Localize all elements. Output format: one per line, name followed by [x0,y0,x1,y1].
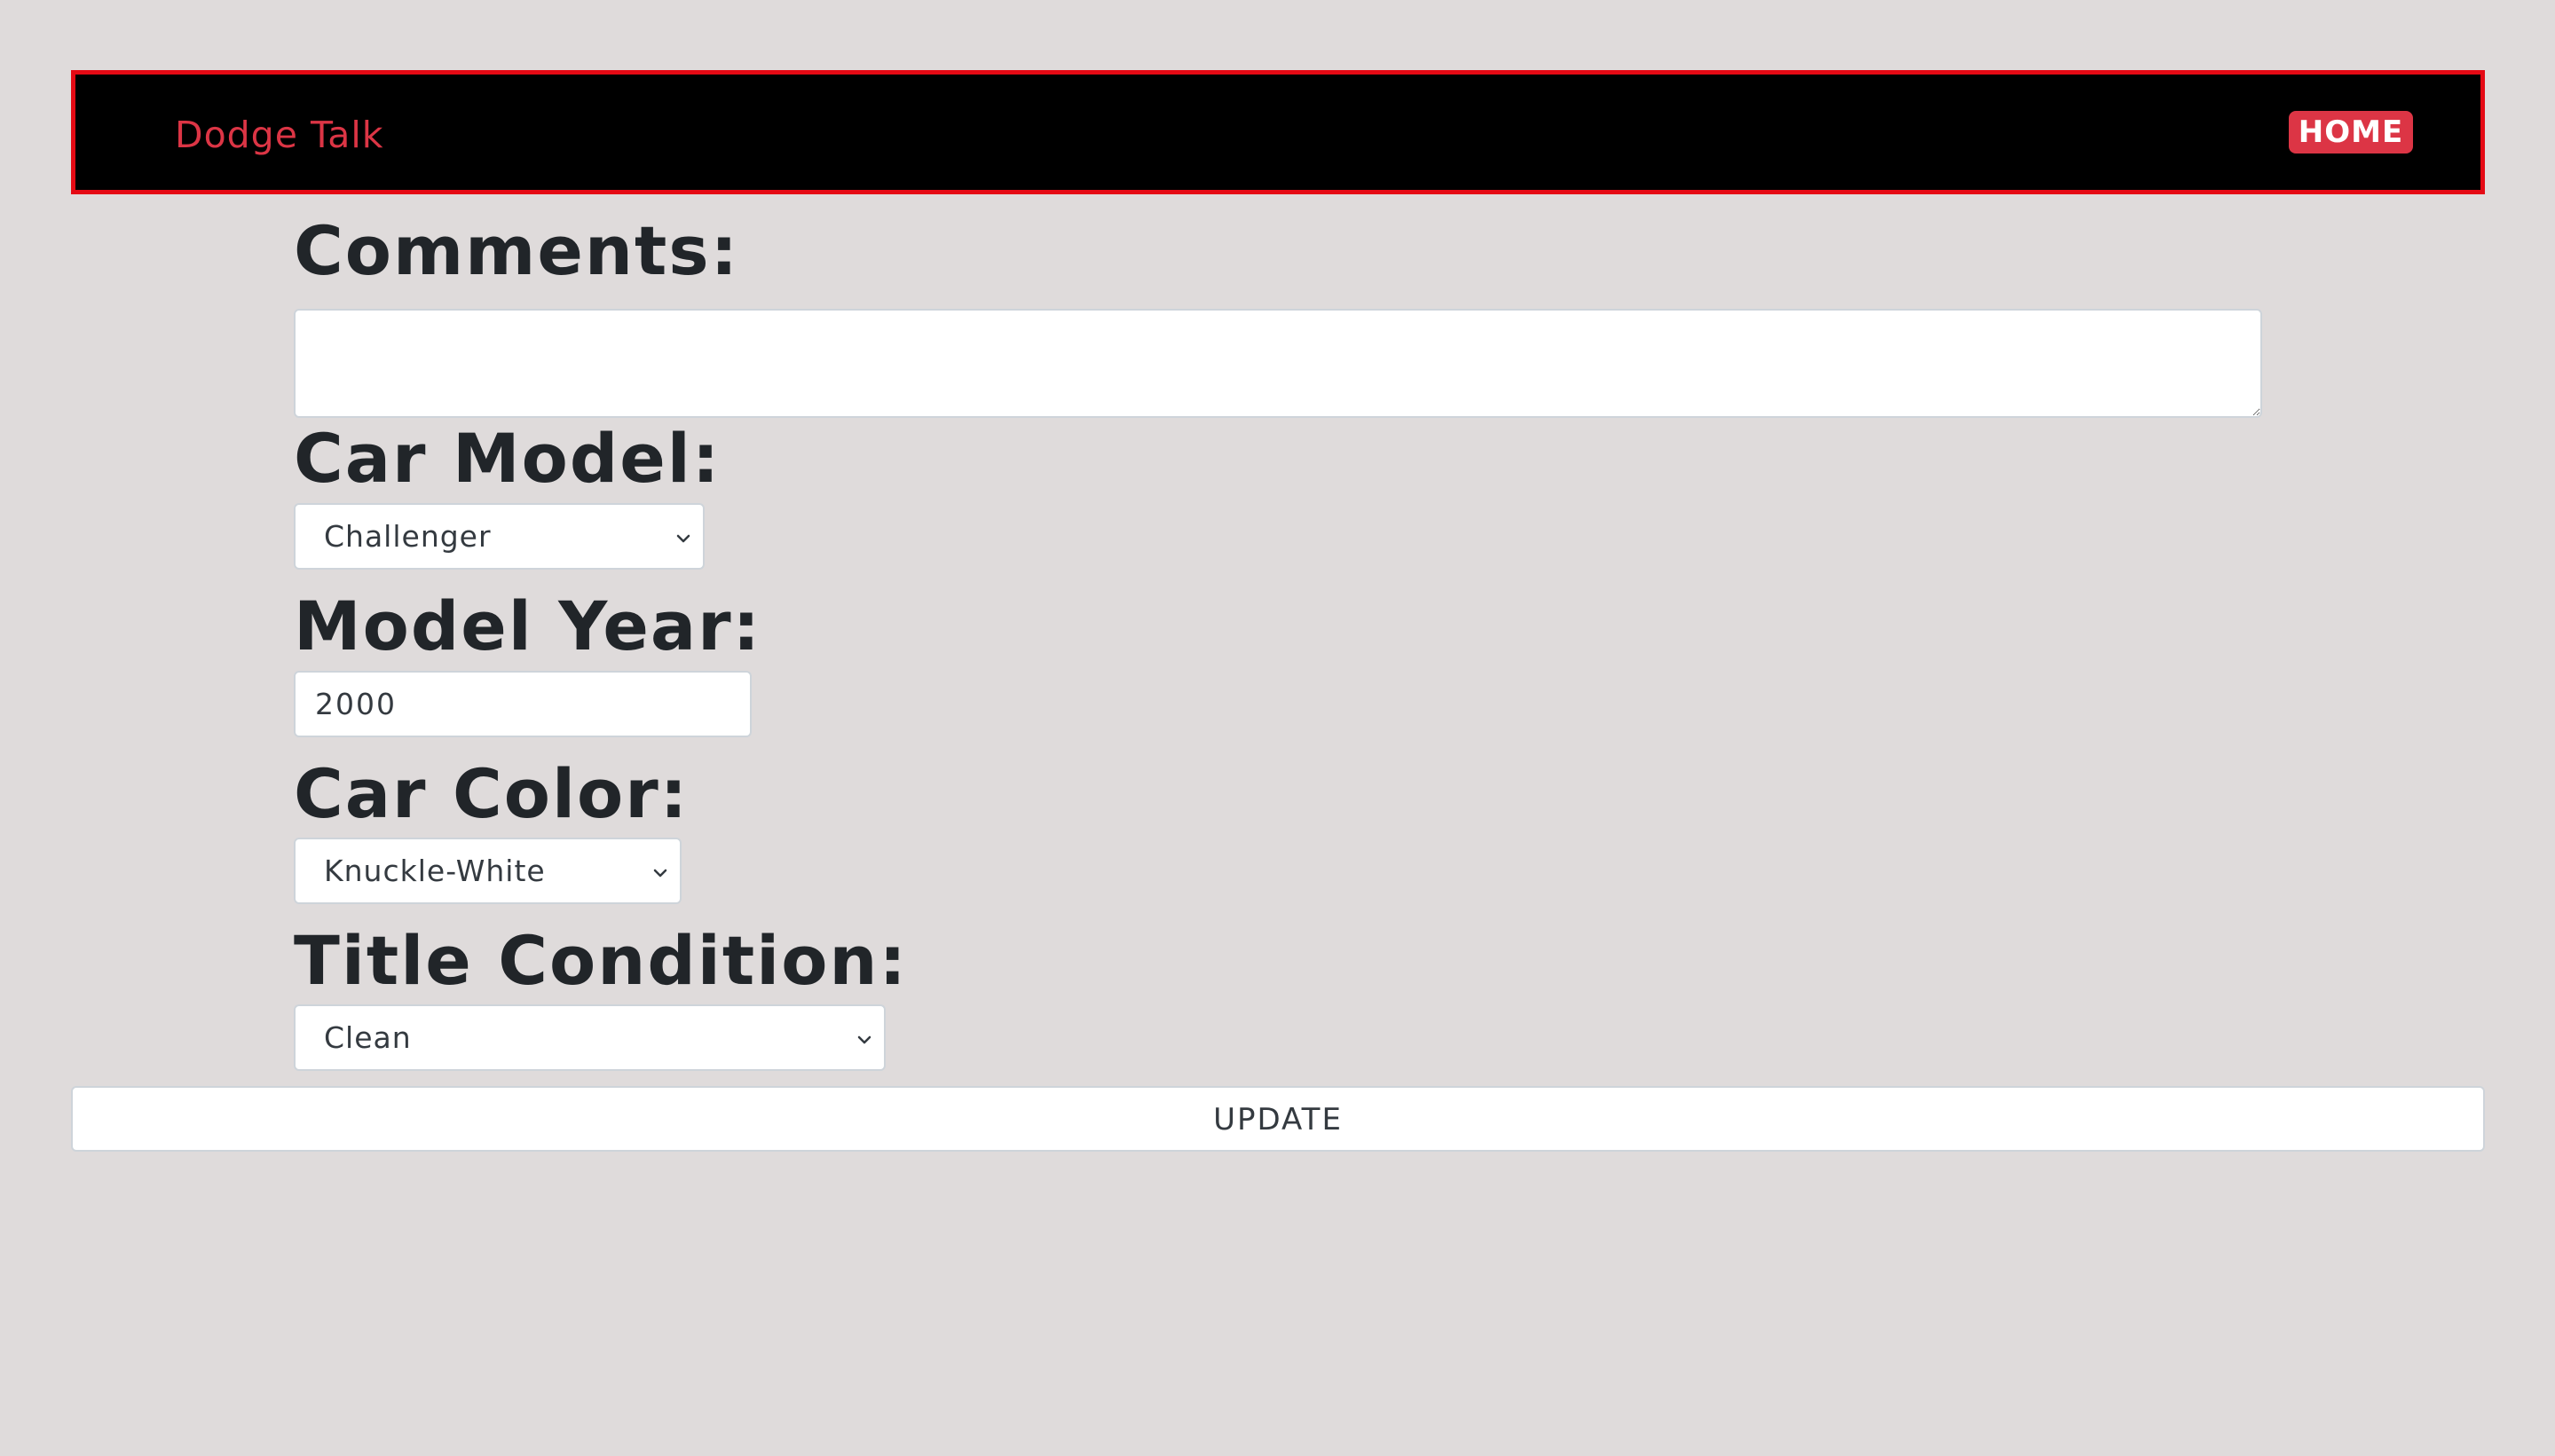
title-condition-selected-value: Clean [324,1020,412,1055]
chevron-down-icon [676,531,690,546]
car-color-label: Car Color: [294,754,690,833]
car-color-selected-value: Knuckle-White [324,854,546,888]
comments-label: Comments: [294,211,739,290]
comments-textarea[interactable] [294,309,2262,418]
title-condition-label: Title Condition: [294,921,908,1000]
car-color-select[interactable]: Knuckle-White [294,838,682,904]
car-model-label: Car Model: [294,419,722,498]
title-condition-select[interactable]: Clean [294,1004,886,1071]
chevron-down-icon [653,866,667,880]
model-year-label: Model Year: [294,586,762,665]
model-year-input[interactable] [294,671,752,737]
edit-car-form: Comments: Car Model: Challenger Model Ye… [0,0,2555,1456]
update-button[interactable]: UPDATE [71,1086,2485,1152]
car-model-selected-value: Challenger [324,519,492,554]
car-model-select[interactable]: Challenger [294,503,705,570]
chevron-down-icon [857,1033,871,1047]
